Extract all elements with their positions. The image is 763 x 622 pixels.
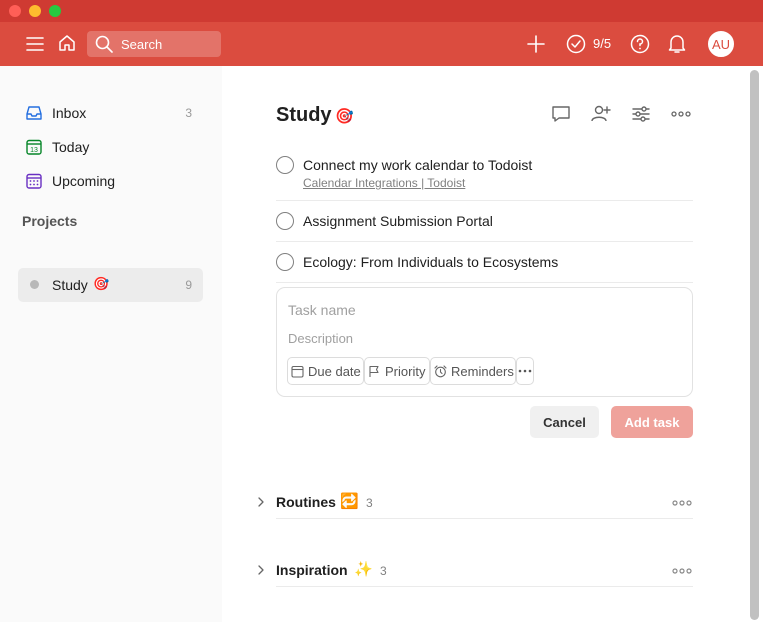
sidebar-project-study[interactable]: Study 🎯 9 — [18, 268, 203, 302]
task-divider — [276, 241, 693, 242]
task-item[interactable]: Ecology: From Individuals to Ecosystems — [276, 253, 693, 277]
task-checkbox[interactable] — [276, 253, 294, 271]
section-title[interactable]: Inspiration — [276, 562, 348, 578]
task-title[interactable]: Ecology: From Individuals to Ecosystems — [303, 254, 558, 270]
add-task-button[interactable]: Add task — [611, 406, 693, 438]
menu-icon[interactable] — [25, 34, 45, 54]
due-date-button[interactable]: Due date — [287, 357, 364, 385]
top-bar: Search 9/5 AU — [0, 22, 763, 66]
task-editor: Task name Description Due date Priority … — [276, 287, 693, 397]
chevron-right-icon[interactable] — [256, 497, 266, 507]
task-title[interactable]: Assignment Submission Portal — [303, 213, 493, 229]
task-divider — [276, 282, 693, 283]
search-placeholder: Search — [121, 36, 163, 52]
alarm-clock-icon — [434, 364, 447, 377]
section-divider — [276, 518, 693, 519]
view-settings-sliders-icon[interactable] — [630, 103, 652, 125]
main-scrollbar[interactable] — [750, 70, 759, 620]
target-emoji-icon: 🎯 — [93, 276, 110, 291]
task-name-input[interactable]: Task name — [288, 302, 356, 318]
task-checkbox[interactable] — [276, 156, 294, 174]
close-window-button[interactable] — [9, 5, 21, 17]
user-avatar[interactable]: AU — [708, 31, 734, 57]
add-task-plus-icon[interactable] — [526, 34, 546, 54]
priority-label: Priority — [385, 363, 426, 379]
section-count: 3 — [366, 496, 373, 510]
sparkles-emoji-icon: ✨ — [354, 561, 373, 578]
chevron-right-icon[interactable] — [256, 565, 266, 575]
sidebar-project-label: Study — [52, 277, 88, 293]
repeat-emoji-icon: 🔁 — [340, 493, 359, 510]
more-actions-button[interactable] — [516, 357, 534, 385]
window-titlebar — [0, 0, 763, 22]
sidebar-item-upcoming[interactable]: Upcoming — [18, 166, 203, 196]
search-input[interactable]: Search — [87, 31, 221, 57]
task-item[interactable]: Assignment Submission Portal — [276, 212, 693, 236]
minimize-window-button[interactable] — [29, 5, 41, 17]
sidebar-item-label: Inbox — [52, 105, 87, 121]
page-title: Study — [276, 104, 332, 126]
section-count: 3 — [380, 564, 387, 578]
more-options-icon[interactable] — [671, 496, 693, 510]
svg-text:13: 13 — [30, 147, 38, 154]
zoom-window-button[interactable] — [49, 5, 61, 17]
more-options-icon[interactable] — [670, 103, 692, 125]
section-routines[interactable]: Routines 🔁 3 — [256, 491, 693, 515]
more-dots-icon — [518, 369, 532, 373]
task-checkbox[interactable] — [276, 212, 294, 230]
sidebar-item-label: Upcoming — [52, 173, 116, 189]
task-divider — [276, 200, 693, 201]
productivity-count[interactable]: 9/5 — [593, 36, 611, 51]
home-icon[interactable] — [57, 33, 77, 53]
reminders-label: Reminders — [451, 363, 514, 379]
project-color-dot — [30, 280, 39, 289]
search-icon — [95, 35, 113, 53]
section-title[interactable]: Routines — [276, 494, 336, 510]
share-add-person-icon[interactable] — [590, 103, 612, 125]
more-options-icon[interactable] — [671, 564, 693, 578]
task-title[interactable]: Connect my work calendar to Todoist — [303, 157, 532, 173]
calendar-icon — [291, 365, 304, 378]
sidebar-item-today[interactable]: 13 Today — [18, 132, 203, 162]
priority-button[interactable]: Priority — [364, 357, 430, 385]
sidebar-project-count: 9 — [185, 278, 192, 292]
task-description-link[interactable]: Calendar Integrations | Todoist — [303, 176, 465, 190]
productivity-check-icon[interactable] — [566, 34, 586, 54]
sidebar-item-label: Today — [52, 139, 90, 155]
task-description-input[interactable]: Description — [288, 331, 353, 346]
due-date-label: Due date — [308, 363, 361, 379]
comments-icon[interactable] — [550, 103, 572, 125]
sidebar-item-count: 3 — [185, 106, 192, 120]
task-item[interactable]: Connect my work calendar to Todoist Cale… — [276, 156, 693, 196]
reminders-button[interactable]: Reminders — [430, 357, 516, 385]
today-calendar-icon: 13 — [26, 139, 42, 155]
inbox-icon — [26, 106, 42, 120]
notifications-bell-icon[interactable] — [667, 34, 687, 54]
sidebar-item-inbox[interactable]: Inbox 3 — [18, 98, 203, 128]
help-icon[interactable] — [630, 34, 650, 54]
target-emoji-icon: 🎯 — [335, 108, 354, 125]
flag-icon — [369, 365, 379, 377]
cancel-button[interactable]: Cancel — [530, 406, 599, 438]
upcoming-calendar-icon — [26, 173, 42, 189]
section-divider — [276, 586, 693, 587]
sidebar: Inbox 3 13 Today Upcoming Projects Study… — [0, 66, 222, 622]
projects-heading[interactable]: Projects — [22, 213, 77, 229]
section-inspiration[interactable]: Inspiration ✨ 3 — [256, 559, 693, 583]
